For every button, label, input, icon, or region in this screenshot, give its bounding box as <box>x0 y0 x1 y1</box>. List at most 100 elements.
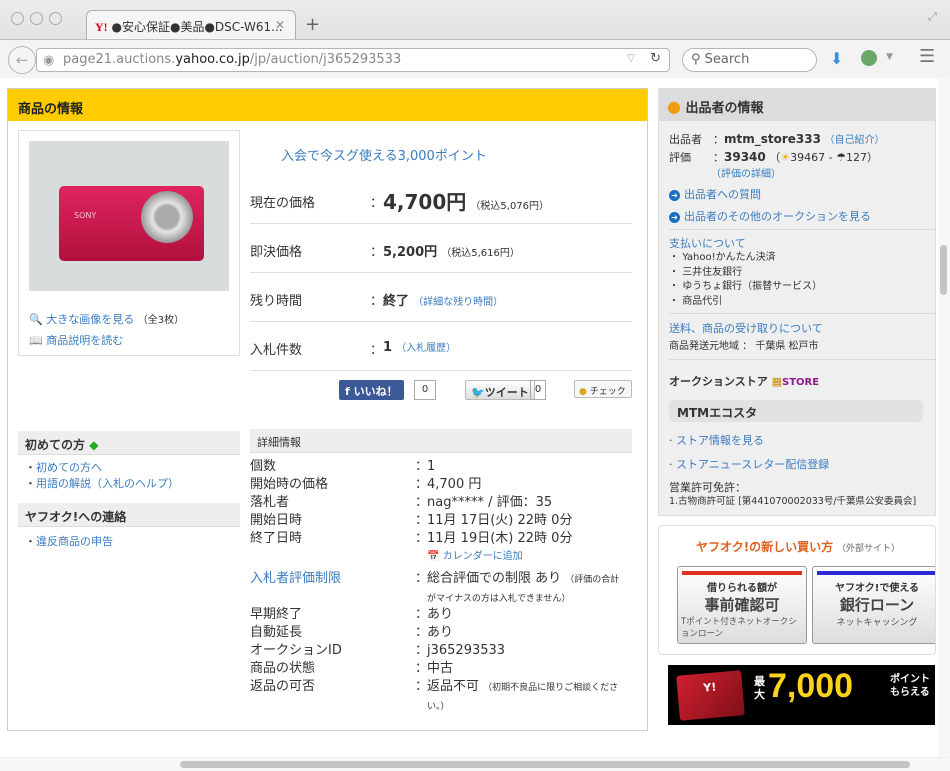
payment-method: Yahoo!かんたん決済 <box>682 252 776 263</box>
back-button[interactable]: ← <box>8 46 36 74</box>
bid-count-row: 入札件数 ： 1 （入札履歴） <box>250 323 632 371</box>
rating-score: 39340 <box>724 150 766 164</box>
beginner-mark-icon: ◆ <box>89 438 99 452</box>
close-window-button[interactable] <box>11 12 24 25</box>
arrow-icon: ➜ <box>669 189 680 201</box>
search-placeholder: Search <box>704 52 750 67</box>
detailed-time-link[interactable]: （詳細な残り時間） <box>413 297 503 308</box>
detail-value: 返品不可 <box>427 679 480 694</box>
detail-key: 早期終了 <box>250 607 303 622</box>
beginner-link[interactable]: 初めての方へ <box>36 461 102 474</box>
other-auctions-link[interactable]: 出品者のその他のオークションを見る <box>684 210 871 223</box>
new-tab-button[interactable]: + <box>305 14 320 35</box>
address-bar[interactable]: ◉ page21.auctions.yahoo.co.jp/jp/auction… <box>36 48 670 72</box>
yahoo-favicon-icon: Y! <box>95 20 108 34</box>
rain-icon: ☂ <box>836 151 846 164</box>
url-domain: yahoo.co.jp <box>175 52 250 67</box>
points-banner-ad[interactable]: Y! 最大 7,000 ポイント もらえる <box>668 665 935 725</box>
image-count: （全3枚） <box>137 315 185 326</box>
banner-suffix: ポイント <box>890 674 930 685</box>
globe-icon: ◉ <box>43 53 55 68</box>
auction-store-label: オークションストア <box>669 375 768 388</box>
report-violation-link[interactable]: 違反商品の申告 <box>36 535 113 548</box>
divider <box>669 313 935 314</box>
credit-card-image: Y! <box>676 670 745 721</box>
colon: ： <box>370 245 384 260</box>
detail-key: 商品の状態 <box>250 661 316 676</box>
seller-section-title: 出品者の情報 <box>685 101 764 116</box>
fullscreen-icon[interactable]: ⤢ <box>928 10 937 24</box>
detail-key: 終了日時 <box>250 531 303 546</box>
banner-prefix: 最大 <box>754 675 765 701</box>
tab-title: ●安心保証●美品●DSC-W61... <box>111 20 283 34</box>
menu-icon[interactable]: ☰ <box>919 46 935 67</box>
store-info-link[interactable]: ストア情報を見る <box>676 434 764 447</box>
loan-precheck-ad[interactable]: 借りられる額が 事前確認可 Tポイント付きネットオークションローン <box>677 566 807 644</box>
colon: ： <box>370 196 384 211</box>
seller-info-panel: ● 出品者の情報 出品者 ：mtm_store333 （自己紹介） 評価 ：39… <box>658 88 936 516</box>
ask-seller-link[interactable]: 出品者への質問 <box>684 188 761 201</box>
detail-value: 1 <box>427 459 436 474</box>
tax-included-price: （税込5,616円） <box>441 248 520 259</box>
detail-value: あり <box>427 607 454 622</box>
self-intro-link[interactable]: （自己紹介） <box>824 135 884 146</box>
dropdown-icon[interactable]: ▽ <box>627 53 635 64</box>
banner-amount: 7,000 <box>768 667 854 705</box>
download-icon[interactable]: ⬇ <box>830 49 843 68</box>
vertical-scrollbar-thumb[interactable] <box>940 245 947 295</box>
bank-loan-ad[interactable]: ヤフオク!で使える 銀行ローン ネットキャッシング <box>812 566 935 644</box>
buynow-price: 5,200円 <box>383 245 438 260</box>
shipping-info-link[interactable]: 送料、商品の受け取りについて <box>669 320 823 336</box>
tab-close-icon[interactable]: ✕ <box>275 18 285 32</box>
detail-key: 返品の可否 <box>250 679 316 694</box>
tweet-button[interactable]: 🐦ツイート <box>465 380 535 400</box>
maximize-window-button[interactable] <box>49 12 62 25</box>
addon-dropdown-icon[interactable]: ▼ <box>886 52 893 62</box>
product-image-box: SONY 🔍 大きな画像を見る （全3枚） 📖 商品説明を読む <box>18 130 240 356</box>
glossary-link[interactable]: 用語の解説（入札のヘルプ） <box>36 477 179 490</box>
reload-icon[interactable]: ↻ <box>650 51 661 66</box>
twitter-icon: 🐦 <box>471 386 485 399</box>
store-newsletter-link[interactable]: ストアニュースレター配信登録 <box>676 458 829 471</box>
restriction-note-cont: がマイナスの方は入札できません） <box>427 594 571 604</box>
bidder-restriction-link[interactable]: 入札者評価制限 <box>250 571 341 586</box>
read-description-link[interactable]: 商品説明を読む <box>46 334 123 347</box>
ad-title: ヤフオク!の新しい買い方 <box>695 540 834 554</box>
bid-history-link[interactable]: （入札履歴） <box>396 343 456 354</box>
payment-info-link[interactable]: 支払いについて <box>669 235 746 251</box>
detail-value: 4,700 円 <box>427 477 482 492</box>
rating-detail-link[interactable]: （評価の詳細） <box>669 166 884 183</box>
view-large-image-link[interactable]: 大きな画像を見る <box>46 313 134 326</box>
beginner-title: 初めての方 <box>25 438 86 452</box>
price-row-current: 現在の価格 ： 4,700円 （税込5,076円） <box>250 176 632 224</box>
horizontal-scrollbar[interactable] <box>0 757 950 771</box>
price-row-buynow: 即決価格 ： 5,200円 （税込5,616円） <box>250 225 632 273</box>
book-icon: 📖 <box>29 334 43 347</box>
search-input[interactable]: ⚲ Search <box>682 48 817 72</box>
detail-row: 開始時の価格： 4,700 円 <box>250 476 632 494</box>
browser-tab[interactable]: Y! ●安心保証●美品●DSC-W61... ✕ <box>86 10 296 40</box>
facebook-like-button[interactable]: f いいね！ <box>339 380 404 400</box>
detail-value: 11月 17日(火) 22時 0分 <box>427 513 573 528</box>
ship-from-value: 千葉県 松戸市 <box>755 341 819 352</box>
sun-icon: ☀ <box>780 151 791 164</box>
detail-row: 終了日時： 11月 19日(木) 22時 0分 <box>250 530 632 548</box>
calendar-row: 📅 カレンダーに追加 <box>250 548 632 570</box>
payment-method: 三井住友銀行 <box>682 266 743 278</box>
divider <box>669 359 935 360</box>
store-building-icon: ▦ <box>771 375 783 388</box>
time-left-row: 残り時間 ： 終了 （詳細な残り時間） <box>250 274 632 322</box>
mixi-check-button[interactable]: ● チェック <box>574 380 632 398</box>
points-promo-link[interactable]: 入会で今スグ使える3,000ポイント <box>281 145 487 164</box>
colon: ： <box>370 343 384 358</box>
return-note-cont: い。） <box>427 702 450 712</box>
addon-icon[interactable] <box>861 50 877 66</box>
minimize-window-button[interactable] <box>30 12 43 25</box>
vertical-scrollbar[interactable] <box>938 78 950 758</box>
horizontal-scrollbar-thumb[interactable] <box>180 761 910 768</box>
detail-value: 中古 <box>427 661 454 676</box>
magnifier-icon: 🔍 <box>29 313 43 326</box>
add-to-calendar-link[interactable]: カレンダーに追加 <box>443 551 523 562</box>
product-image[interactable]: SONY <box>29 141 229 291</box>
detail-row: 早期終了：あり <box>250 606 632 624</box>
